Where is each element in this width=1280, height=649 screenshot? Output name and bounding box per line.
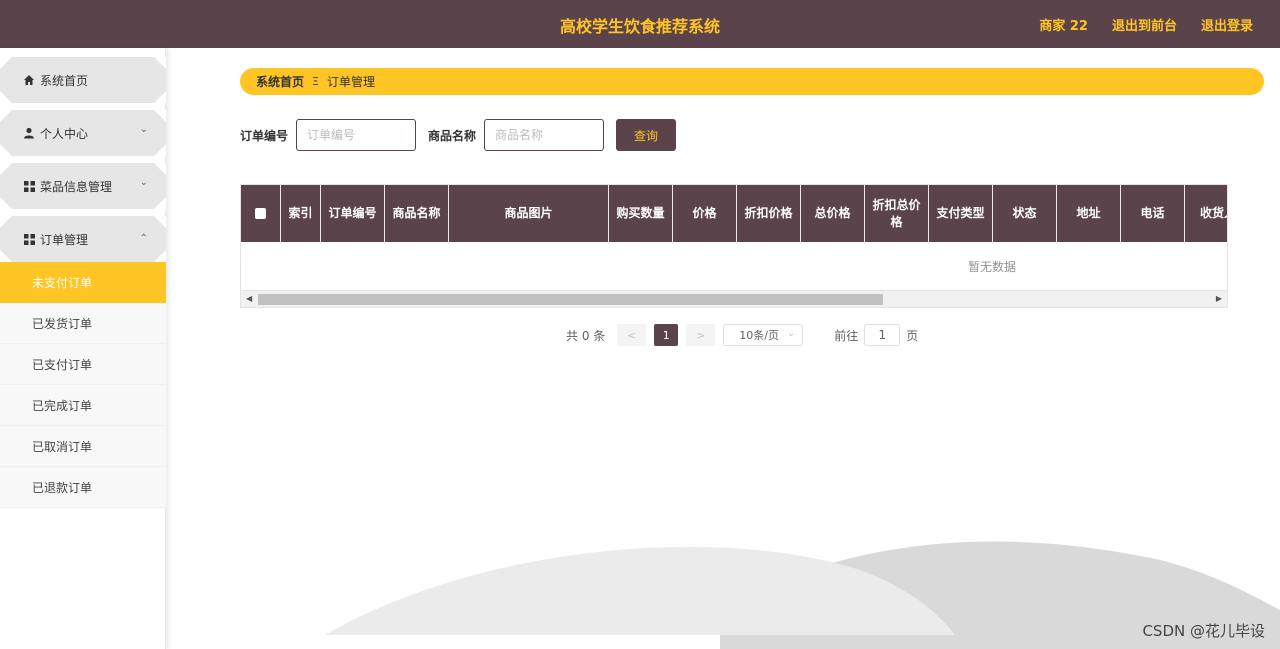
- breadcrumb-home[interactable]: 系统首页: [256, 73, 304, 90]
- column-header: 商品图片: [449, 185, 609, 242]
- search-form: 订单编号 商品名称 查询: [240, 119, 677, 151]
- sidebar-item-profile[interactable]: 个人中心 ⌄: [0, 110, 166, 156]
- column-header: 索引: [281, 185, 321, 242]
- table-header: 索引 订单编号 商品名称 商品图片 购买数量 价格 折扣价格 总价格 折扣总价格…: [241, 185, 1227, 242]
- column-header: 购买数量: [609, 185, 673, 242]
- sidebar-item-label: 系统首页: [40, 73, 89, 88]
- user-icon: [22, 126, 36, 140]
- column-header: 状态: [993, 185, 1057, 242]
- home-icon: [22, 73, 36, 87]
- breadcrumb-separator-icon: Ξ: [312, 75, 319, 88]
- page-size-value: 10条/页: [739, 329, 779, 342]
- column-header: 商品名称: [385, 185, 449, 242]
- decorative-hills-image: [325, 541, 1280, 649]
- horizontal-scrollbar[interactable]: ◀ ▶: [241, 290, 1227, 307]
- scrollbar-thumb[interactable]: [258, 294, 883, 305]
- watermark-text: CSDN @花儿毕设: [1142, 622, 1265, 640]
- column-header: 折扣价格: [737, 185, 801, 242]
- logout-link[interactable]: 退出登录: [1201, 15, 1253, 34]
- chevron-down-icon: ⌄: [139, 177, 148, 188]
- header-actions: 商家 22 退出到前台 退出登录: [1039, 15, 1253, 34]
- top-header: 高校学生饮食推荐系统 商家 22 退出到前台 退出登录: [0, 0, 1280, 48]
- sidebar-item-home[interactable]: 系统首页: [0, 57, 166, 103]
- back-to-front-link[interactable]: 退出到前台: [1112, 15, 1177, 34]
- product-name-label: 商品名称: [428, 128, 477, 143]
- order-no-label: 订单编号: [240, 128, 289, 143]
- query-button[interactable]: 查询: [616, 119, 677, 151]
- sidebar-item-label: 菜品信息管理: [40, 179, 113, 194]
- chevron-up-icon: ⌃: [139, 233, 148, 244]
- grid-icon: [22, 179, 36, 193]
- column-header: 电话: [1121, 185, 1185, 242]
- product-name-input[interactable]: [484, 119, 605, 151]
- column-header: 价格: [673, 185, 737, 242]
- goto-label: 前往: [834, 328, 859, 343]
- submenu-cancelled-orders[interactable]: 已取消订单: [0, 426, 166, 467]
- column-header: 地址: [1057, 185, 1121, 242]
- sidebar-item-order-management[interactable]: 订单管理 ⌃: [0, 216, 166, 262]
- select-all-checkbox-cell: [241, 185, 281, 242]
- orders-table: 索引 订单编号 商品名称 商品图片 购买数量 价格 折扣价格 总价格 折扣总价格…: [240, 184, 1228, 308]
- chevron-down-icon: ⌄: [139, 124, 148, 135]
- prev-page-button[interactable]: <: [617, 324, 647, 346]
- next-page-button[interactable]: >: [686, 324, 716, 346]
- pagination: 共 0 条 < 1 > 10条/页 ⌄ 前往 1 页: [566, 324, 918, 346]
- column-header: 支付类型: [929, 185, 993, 242]
- goto-page-input[interactable]: 1: [864, 324, 901, 346]
- submenu-completed-orders[interactable]: 已完成订单: [0, 385, 166, 426]
- sidebar: 系统首页 个人中心 ⌄ 菜品信息管理 ⌄ 订单管理 ⌃ 未支付订单 已发货订单 …: [0, 48, 166, 649]
- page-number-current[interactable]: 1: [654, 324, 679, 346]
- order-submenu: 未支付订单 已发货订单 已支付订单 已完成订单 已取消订单 已退款订单: [0, 262, 166, 508]
- order-no-input[interactable]: [296, 119, 417, 151]
- page-size-select[interactable]: 10条/页 ⌄: [723, 324, 804, 346]
- sidebar-item-label: 个人中心: [40, 126, 89, 141]
- column-header: 订单编号: [321, 185, 385, 242]
- current-user: 商家 22: [1039, 19, 1088, 34]
- column-header: 折扣总价格: [865, 185, 929, 242]
- submenu-paid-orders[interactable]: 已支付订单: [0, 344, 166, 385]
- scroll-left-icon[interactable]: ◀: [246, 294, 252, 303]
- submenu-unpaid-orders[interactable]: 未支付订单: [0, 262, 166, 303]
- breadcrumb-current: 订单管理: [326, 75, 375, 89]
- column-header: 收货人: [1185, 185, 1227, 242]
- select-all-checkbox[interactable]: [255, 208, 266, 219]
- empty-table-text: 暂无数据: [967, 260, 1016, 274]
- sidebar-item-dish-management[interactable]: 菜品信息管理 ⌄: [0, 163, 166, 209]
- chevron-down-icon: ⌄: [786, 328, 796, 339]
- submenu-shipped-orders[interactable]: 已发货订单: [0, 303, 166, 344]
- page-unit-label: 页: [906, 328, 919, 343]
- column-header: 总价格: [801, 185, 865, 242]
- breadcrumb: 系统首页 Ξ 订单管理: [240, 68, 1264, 95]
- total-count: 共 0 条: [566, 328, 606, 343]
- scroll-right-icon[interactable]: ▶: [1216, 294, 1222, 303]
- submenu-refunded-orders[interactable]: 已退款订单: [0, 467, 166, 508]
- grid-icon: [22, 232, 36, 246]
- sidebar-item-label: 订单管理: [40, 232, 89, 247]
